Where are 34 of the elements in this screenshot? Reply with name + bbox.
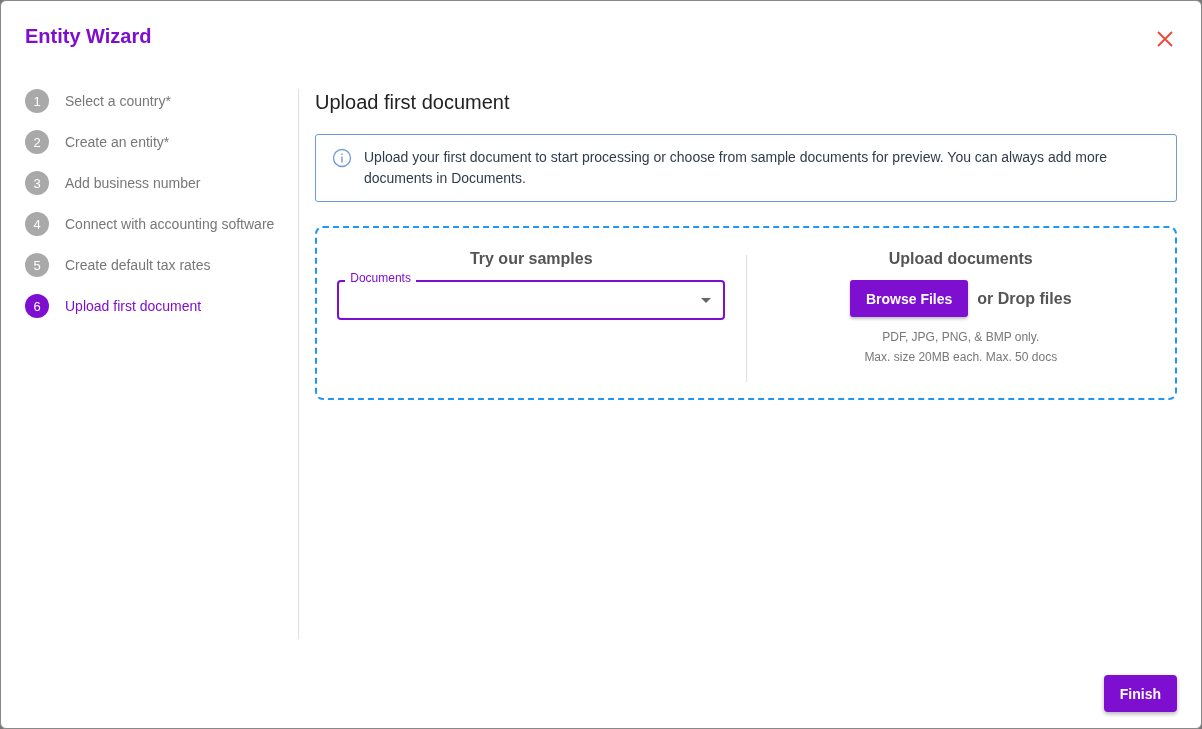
step-number: 6 bbox=[25, 294, 49, 318]
section-heading: Upload first document bbox=[315, 91, 511, 114]
dropdown-caret-icon bbox=[701, 297, 712, 303]
file-limit-hint: Max. size 20MB each. Max. 50 docs bbox=[864, 349, 1058, 366]
step-number: 1 bbox=[25, 89, 49, 113]
browse-files-button[interactable]: Browse Files bbox=[849, 280, 969, 317]
upload-dropzone[interactable]: Try our samples Documents Upload documents Browse Files or Drop files PDF, JPG, PNG, & BMP only. Max. size 20MB each. Max. 50 docs bbox=[315, 226, 1177, 400]
documents-select[interactable]: Documents bbox=[337, 271, 726, 320]
step-label: Create default tax rates bbox=[65, 257, 211, 273]
file-limit-hint: PDF, JPG, PNG, & BMP only. bbox=[882, 329, 1040, 346]
upload-heading: Upload documents bbox=[888, 250, 1033, 268]
step-label: Connect with accounting software bbox=[65, 216, 275, 232]
dialog-title: Entity Wizard bbox=[25, 25, 152, 48]
finish-button[interactable]: Finish bbox=[1103, 675, 1177, 712]
wizard-step[interactable]: 5 Create default tax rates bbox=[25, 253, 298, 277]
step-label: Select a country* bbox=[65, 93, 171, 109]
wizard-step[interactable]: 6 Upload first document bbox=[25, 294, 298, 318]
step-number: 4 bbox=[25, 212, 49, 236]
info-text: Upload your first document to start processing or choose from sample documents for preview. You can always add more documents in Documents. bbox=[364, 148, 1109, 188]
wizard-step[interactable]: 3 Add business number bbox=[25, 171, 298, 195]
wizard-step[interactable]: 1 Select a country* bbox=[25, 89, 298, 113]
step-label: Upload first document bbox=[65, 298, 202, 314]
samples-heading: Try our samples bbox=[469, 250, 593, 268]
select-label: Documents bbox=[345, 271, 416, 285]
close-icon bbox=[1157, 31, 1173, 47]
drop-files-text: or Drop files bbox=[977, 289, 1072, 308]
info-icon bbox=[332, 148, 352, 168]
step-number: 3 bbox=[25, 171, 49, 195]
step-label: Add business number bbox=[65, 175, 201, 191]
step-number: 5 bbox=[25, 253, 49, 277]
step-label: Create an entity* bbox=[65, 134, 170, 150]
step-number: 2 bbox=[25, 130, 49, 154]
wizard-step[interactable]: 4 Connect with accounting software bbox=[25, 212, 298, 236]
wizard-step[interactable]: 2 Create an entity* bbox=[25, 130, 298, 154]
